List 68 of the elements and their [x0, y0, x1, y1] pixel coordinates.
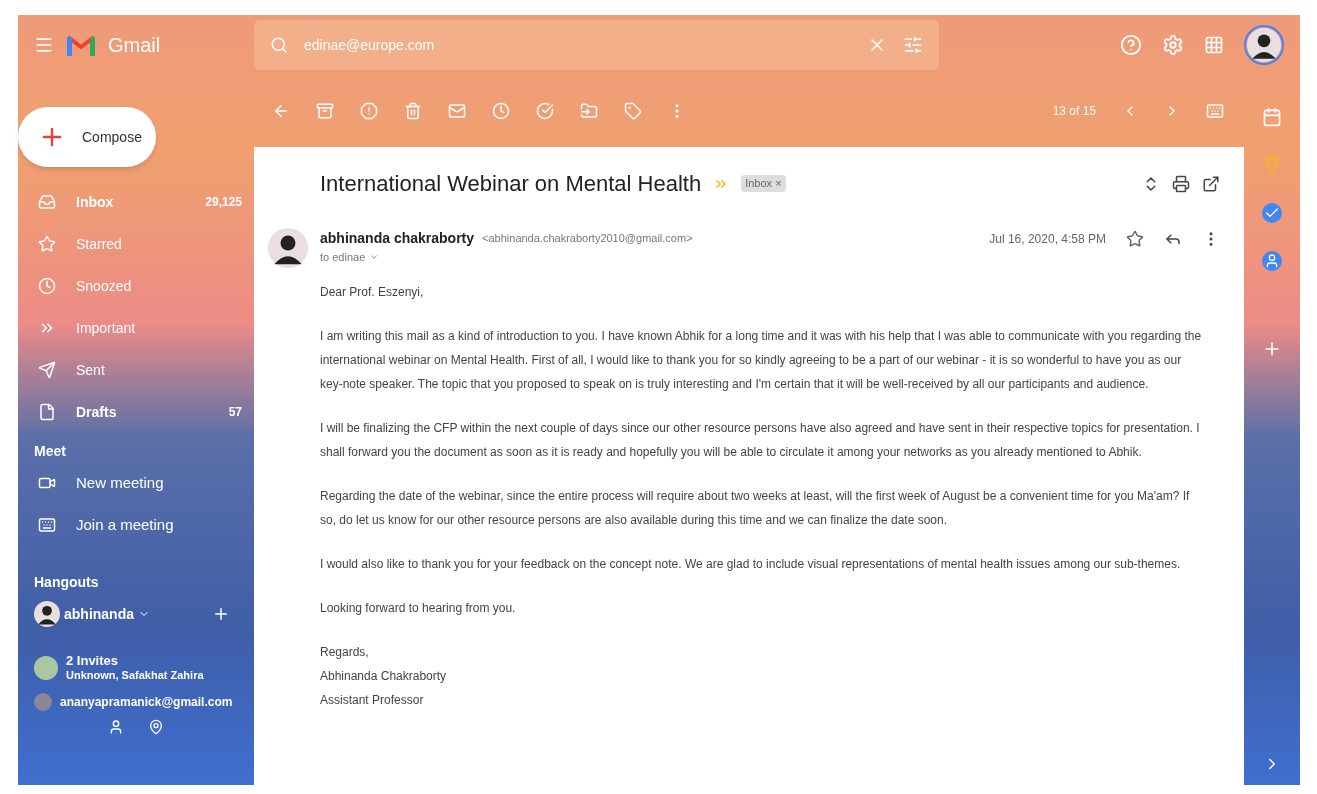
recipient-text: to edinae — [320, 250, 366, 265]
email-date: Jul 16, 2020, 4:58 PM — [989, 230, 1106, 248]
sender-avatar-icon — [268, 228, 308, 268]
email-paragraph: Regarding the date of the webinar, since the entire process will require about two weeks at least, will the first week of August be a convenient time for you Ma'am? If so, do let us know for our other resource persons are also available during this time and we can finalize the date soon. — [320, 488, 1191, 529]
inbox-icon — [38, 193, 56, 211]
menu-icon[interactable] — [34, 35, 54, 55]
back-icon[interactable] — [272, 102, 290, 120]
email-paragraph: Looking forward to hearing from you. — [320, 600, 517, 617]
email-paragraph: I would also like to thank you for your feedback on the concept note. We are glad to include visual representations of mental health issues among our sub-themes. — [320, 556, 1182, 573]
file-icon — [38, 403, 56, 421]
report-icon[interactable] — [360, 102, 378, 120]
nav-item[interactable]: Important — [18, 307, 254, 349]
invites-item[interactable]: 2 Invites Unknown, Safakhat Zahira — [18, 653, 254, 683]
keyboard-icon[interactable] — [1206, 102, 1224, 120]
archive-icon[interactable] — [316, 102, 334, 120]
profile-photo-icon — [1247, 28, 1281, 62]
app-name: Gmail — [108, 33, 161, 58]
folder-icon[interactable] — [580, 102, 598, 120]
keyboard-icon — [38, 516, 56, 534]
filter-icon[interactable] — [903, 35, 923, 55]
section-heading: Meet — [33, 442, 67, 461]
clock-icon[interactable] — [492, 102, 510, 120]
email-paragraph: Dear Prof. Eszenyi, — [320, 284, 425, 301]
apps-grid-icon[interactable] — [1204, 35, 1224, 55]
help-icon[interactable] — [1120, 34, 1142, 56]
gmail-logo-icon — [66, 33, 96, 57]
nav-item[interactable]: Sent — [18, 349, 254, 391]
person-icon[interactable] — [108, 719, 124, 735]
sender-email: <abhinanda.chakraborty2010@gmail.com> — [482, 231, 693, 247]
send-icon — [38, 361, 56, 379]
account-avatar[interactable] — [1244, 25, 1284, 65]
sender-name: abhinanda chakraborty — [320, 229, 475, 248]
meet-item[interactable]: Join a meeting — [18, 504, 254, 546]
contacts-icon[interactable] — [1262, 251, 1282, 271]
signature-line: Abhinanda Chakraborty — [320, 668, 448, 685]
delete-icon[interactable] — [404, 102, 422, 120]
contact-avatar-icon — [34, 693, 52, 711]
check-icon[interactable] — [1262, 203, 1282, 223]
pin-icon[interactable] — [148, 719, 164, 735]
signature-line: Assistant Professor — [320, 692, 425, 709]
user-avatar-icon — [34, 601, 60, 627]
star-icon[interactable] — [1126, 229, 1144, 248]
email-paragraph: I will be finalizing the CFP within the next couple of days since our other resource persons have also agreed and have sent in their respective topics for presentation. I shall forward you the document as soon as it is ready and hopefully you will be able to circulate it among your networks as you already mentioned to Abhik. — [320, 420, 1201, 461]
label-chip[interactable]: Inbox × — [741, 175, 786, 192]
settings-icon[interactable] — [1162, 34, 1184, 56]
clock-icon — [38, 277, 56, 295]
meet-item[interactable]: New meeting — [18, 462, 254, 504]
calendar-icon[interactable] — [1262, 107, 1282, 127]
tag-icon[interactable] — [624, 102, 642, 120]
print-icon[interactable] — [1172, 174, 1190, 193]
email-subject: International Webinar on Mental Health — [320, 170, 702, 198]
pagination-text: 13 of 15 — [1052, 103, 1096, 120]
nav-item[interactable]: Starred — [18, 223, 254, 265]
nav-item[interactable]: Drafts 57 — [18, 391, 254, 433]
search-icon — [270, 36, 288, 54]
nav-item[interactable]: Snoozed — [18, 265, 254, 307]
check-circle-icon[interactable] — [536, 102, 554, 120]
hangouts-user[interactable]: abhinanda — [64, 603, 134, 625]
group-avatar-icon — [34, 656, 58, 680]
star-icon — [38, 235, 56, 253]
contact-email[interactable]: ananyapramanick@gmail.com — [60, 696, 233, 708]
section-heading: Hangouts — [33, 573, 100, 592]
email-paragraph: I am writing this mail as a kind of introduction to you. I have known Abhik for a long time and it was with his help that I was able to communicate with you regarding the international webinar on Mental Health. First of all, I would like to thank you for so kindly agreeing to be a part of our webinar - it is so wonderful to have you as our key-note speaker. The topic that you proposed to speak on is truly interesting and I'm certain that it will be well-received by all our participants and audience. — [320, 328, 1203, 393]
add-icon[interactable] — [212, 605, 230, 623]
compose-button[interactable]: Compose — [18, 107, 156, 167]
signature-line: Regards, — [320, 644, 370, 661]
new-window-icon[interactable] — [1202, 174, 1220, 193]
mail-icon[interactable] — [448, 102, 466, 120]
